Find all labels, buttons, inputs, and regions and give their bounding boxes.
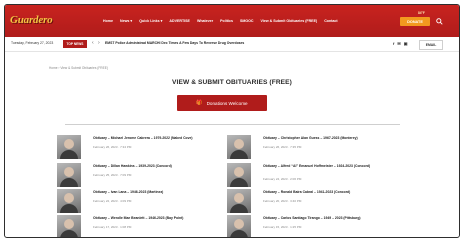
- top-news-label: TOP NEWS: [63, 40, 87, 48]
- obituary-item[interactable]: Obituary – Ivan Lana – 1946-2023 (Martin…: [57, 189, 225, 213]
- obituary-title[interactable]: Obituary – Wendle Mae Beanlett – 1946-20…: [93, 216, 225, 220]
- obituary-item[interactable]: Obituary – Alfred “Al” Emanuel Hoffmeist…: [227, 163, 395, 187]
- obituary-item[interactable]: Obituary – Wendle Mae Beanlett – 1946-20…: [57, 215, 225, 237]
- browser-viewport: Guardero Home News ▾ Quick Links ▾ ADVER…: [4, 4, 460, 238]
- obituary-title[interactable]: Obituary – Ivan Lana – 1946-2023 (Martin…: [93, 190, 225, 194]
- divider: [65, 124, 400, 125]
- obituary-date: February 20, 2023 · 3:40 PM: [263, 199, 302, 203]
- obituary-photo[interactable]: [227, 135, 251, 159]
- social-links: f ✉ ▣: [393, 41, 410, 46]
- site-logo[interactable]: Guardero: [10, 9, 70, 31]
- main-nav: Home News ▾ Quick Links ▾ ADVERTISE What…: [103, 5, 345, 37]
- donations-label: Donations Welcome: [206, 100, 248, 106]
- obituary-date: February 24, 2023 · 2:06 PM: [263, 177, 302, 181]
- breadcrumb[interactable]: Home › View & Submit Obituaries (FREE): [49, 66, 108, 70]
- obituary-title[interactable]: Obituary – Michael Jerome Cabrera – 1979…: [93, 136, 225, 140]
- obituary-date: February 26, 2023 · 7:35 PM: [263, 145, 302, 149]
- donations-button[interactable]: 🎁 Donations Welcome: [177, 95, 267, 111]
- weather-readout: 84°F: [418, 11, 425, 15]
- obituary-item[interactable]: Obituary – Michael Jerome Cabrera – 1979…: [57, 135, 225, 159]
- obituary-photo[interactable]: [57, 135, 81, 159]
- obituary-photo[interactable]: [57, 163, 81, 187]
- obituary-item[interactable]: Obituary – Carlos Santiago Tirango – 194…: [227, 215, 395, 237]
- news-ticker: Tuesday, February 27, 2023 TOP NEWS ‹ › …: [5, 37, 459, 52]
- ticker-headline[interactable]: EMST Police Administrad MARCHI Dec Times…: [105, 41, 244, 45]
- obituary-title[interactable]: Obituary – Dillan Hawkins – 1939-2023 (C…: [93, 164, 225, 168]
- nav-item-whatever[interactable]: Whatever: [197, 19, 213, 23]
- nav-item-news[interactable]: News ▾: [120, 19, 132, 23]
- chevron-left-icon[interactable]: ‹: [92, 40, 94, 46]
- chevron-right-icon[interactable]: ›: [98, 40, 100, 46]
- nav-item-contact[interactable]: Contact: [324, 19, 337, 23]
- obituary-photo[interactable]: [227, 189, 251, 213]
- obituary-title[interactable]: Obituary – Ronald Baira Cabral – 1941-20…: [263, 190, 395, 194]
- mail-icon[interactable]: ✉: [397, 41, 400, 46]
- obituary-photo[interactable]: [227, 163, 251, 187]
- obituary-item[interactable]: Obituary – Ronald Baira Cabral – 1941-20…: [227, 189, 395, 213]
- donate-button[interactable]: DONATE: [400, 17, 430, 26]
- nav-item-quick-links[interactable]: Quick Links ▾: [139, 19, 162, 23]
- obituary-date: February 22, 2023 · 4:09 PM: [93, 199, 132, 203]
- obituary-date: February 26, 2023 · 7:34 PM: [93, 145, 132, 149]
- nav-item-obituaries[interactable]: View & Submit Obituaries (FREE): [261, 19, 318, 23]
- nav-item-politics[interactable]: Politics: [220, 19, 233, 23]
- obituary-item[interactable]: Obituary – Dillan Hawkins – 1939-2023 (C…: [57, 163, 225, 187]
- nav-item-advertise[interactable]: ADVERTISE: [169, 19, 190, 23]
- obituary-date: February 15, 2023 · 1:25 PM: [263, 225, 302, 229]
- current-date: Tuesday, February 27, 2023: [11, 41, 54, 45]
- obituary-item[interactable]: Obituary – Christopher Alan Guess – 1967…: [227, 135, 395, 159]
- search-icon[interactable]: [436, 18, 443, 25]
- obituary-photo[interactable]: [227, 215, 251, 237]
- site-header: Guardero Home News ▾ Quick Links ▾ ADVER…: [5, 5, 459, 37]
- obituary-photo[interactable]: [57, 189, 81, 213]
- obituary-date: February 25, 2023 · 7:09 PM: [93, 173, 132, 177]
- page-title: VIEW & SUBMIT OBITUARIES (FREE): [172, 79, 292, 86]
- obituary-title[interactable]: Obituary – Christopher Alan Guess – 1967…: [263, 136, 395, 140]
- nav-item-home[interactable]: Home: [103, 19, 113, 23]
- nav-item-smooc[interactable]: SMOOC: [240, 19, 254, 23]
- obituary-date: February 17, 2023 · 1:08 PM: [93, 225, 132, 229]
- rss-icon[interactable]: ▣: [404, 41, 408, 46]
- gift-icon: 🎁: [196, 100, 203, 106]
- facebook-icon[interactable]: f: [393, 41, 394, 46]
- obituary-title[interactable]: Obituary – Carlos Santiago Tirango – 194…: [263, 216, 395, 220]
- email-button[interactable]: EMAIL: [419, 40, 443, 50]
- obituary-title[interactable]: Obituary – Alfred “Al” Emanuel Hoffmeist…: [263, 164, 395, 168]
- obituary-photo[interactable]: [57, 215, 81, 237]
